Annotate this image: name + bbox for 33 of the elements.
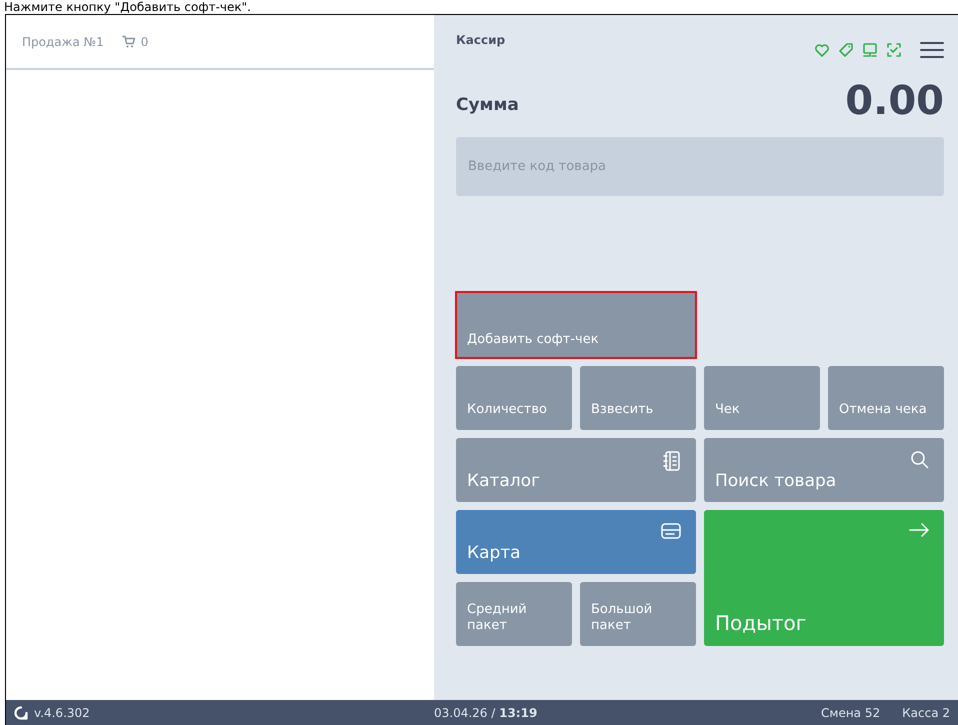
register-number: Касса 2 bbox=[902, 706, 950, 720]
cart-count: 0 bbox=[140, 34, 148, 48]
cart-icon bbox=[122, 35, 136, 48]
search-icon bbox=[910, 450, 930, 470]
tile-button[interactable]: Средний пакет bbox=[456, 582, 572, 646]
total-label: Сумма bbox=[456, 95, 519, 115]
add-soft-check-button[interactable]: Добавить софт-чек bbox=[456, 292, 696, 358]
arrow-right-icon bbox=[908, 522, 930, 538]
total-amount: 0.00 bbox=[845, 81, 944, 121]
tile-button[interactable]: Отмена чека bbox=[828, 366, 944, 430]
tile-button[interactable]: Карта bbox=[456, 510, 696, 574]
tile-button[interactable]: Большой пакет bbox=[580, 582, 696, 646]
sale-title[interactable]: Продажа №1 bbox=[22, 34, 104, 48]
notebook-icon bbox=[662, 450, 682, 472]
tile-button[interactable]: Количество bbox=[456, 366, 572, 430]
tag-icon bbox=[838, 42, 854, 58]
version-text: v.4.6.302 bbox=[34, 706, 90, 720]
product-code-field[interactable]: Введите код товара bbox=[456, 137, 944, 196]
logo-icon bbox=[14, 706, 28, 720]
tile-button[interactable]: Взвесить bbox=[580, 366, 696, 430]
monitor-icon bbox=[862, 42, 878, 58]
instruction-text: Нажмите кнопку "Добавить софт-чек". bbox=[3, 0, 251, 14]
tile-button[interactable]: Каталог bbox=[456, 438, 696, 502]
card-icon bbox=[660, 522, 682, 540]
tile-button[interactable]: Подытог bbox=[704, 510, 944, 646]
tile-button[interactable]: Чек bbox=[704, 366, 820, 430]
cashier-label: Кассир bbox=[456, 33, 506, 47]
date-time: 03.04.26 / 13:19 bbox=[434, 706, 538, 720]
tile-button[interactable]: Поиск товара bbox=[704, 438, 944, 502]
scan-check-icon bbox=[886, 42, 902, 58]
menu-icon bbox=[920, 41, 944, 59]
shift-number: Смена 52 bbox=[821, 706, 880, 720]
heart-icon bbox=[814, 42, 830, 58]
